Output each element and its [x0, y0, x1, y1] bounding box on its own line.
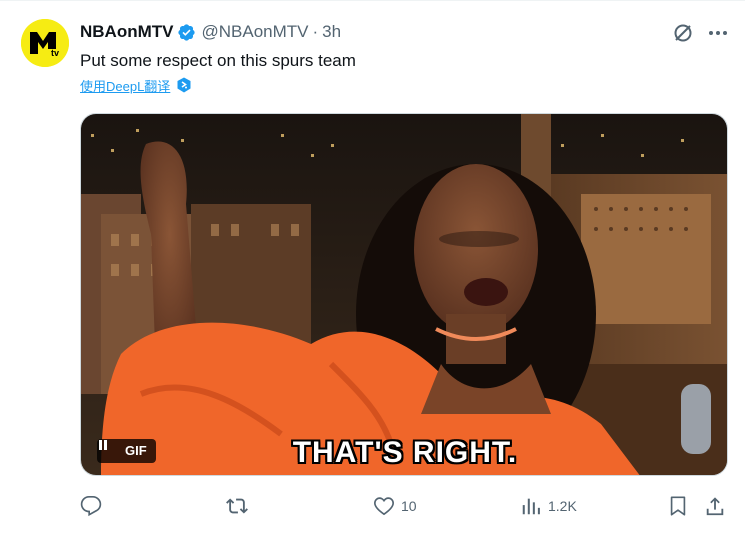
- like-icon[interactable]: [373, 495, 395, 517]
- tweet-text: Put some respect on this spurs team: [80, 51, 356, 70]
- pause-icon[interactable]: [97, 439, 121, 463]
- gif-control[interactable]: GIF: [97, 439, 156, 463]
- views-count: 1.2K: [548, 498, 577, 514]
- divider: [0, 0, 745, 1]
- verified-badge-icon[interactable]: [177, 23, 196, 42]
- grok-icon[interactable]: [670, 20, 696, 46]
- bookmark-icon[interactable]: [667, 495, 689, 517]
- reply-button[interactable]: [80, 494, 108, 518]
- views-button[interactable]: 1.2K: [520, 494, 577, 518]
- avatar[interactable]: tv: [21, 19, 69, 67]
- author-handle[interactable]: @NBAonMTV: [201, 22, 308, 42]
- mtv-logo-icon: tv: [21, 19, 69, 67]
- share-button[interactable]: [704, 494, 726, 518]
- reply-icon[interactable]: [80, 495, 102, 517]
- views-icon[interactable]: [520, 495, 542, 517]
- tweet-card[interactable]: tv NBAonMTV @NBAonMTV · 3h Put some resp…: [0, 0, 745, 535]
- retweet-icon[interactable]: [226, 495, 248, 517]
- tweet-header: NBAonMTV @NBAonMTV · 3h: [80, 20, 341, 44]
- deepl-icon[interactable]: [176, 77, 192, 93]
- gif-media[interactable]: THAT'S RIGHT. GIF: [80, 113, 728, 476]
- author-name[interactable]: NBAonMTV: [80, 22, 173, 42]
- more-options-icon[interactable]: [705, 20, 731, 46]
- gif-caption: THAT'S RIGHT.: [292, 436, 518, 469]
- separator-dot: ·: [312, 22, 319, 41]
- like-count: 10: [401, 498, 417, 514]
- svg-text:tv: tv: [51, 48, 59, 58]
- retweet-button[interactable]: [226, 494, 254, 518]
- like-button[interactable]: 10: [373, 494, 417, 518]
- share-icon[interactable]: [704, 495, 726, 517]
- translate-label[interactable]: 使用DeepL翻译: [80, 76, 170, 95]
- timestamp[interactable]: 3h: [322, 22, 341, 42]
- translate-link[interactable]: 使用DeepL翻译: [80, 76, 192, 94]
- gif-frame-image: [81, 114, 727, 475]
- gif-label: GIF: [125, 443, 147, 458]
- bookmark-button[interactable]: [667, 494, 689, 518]
